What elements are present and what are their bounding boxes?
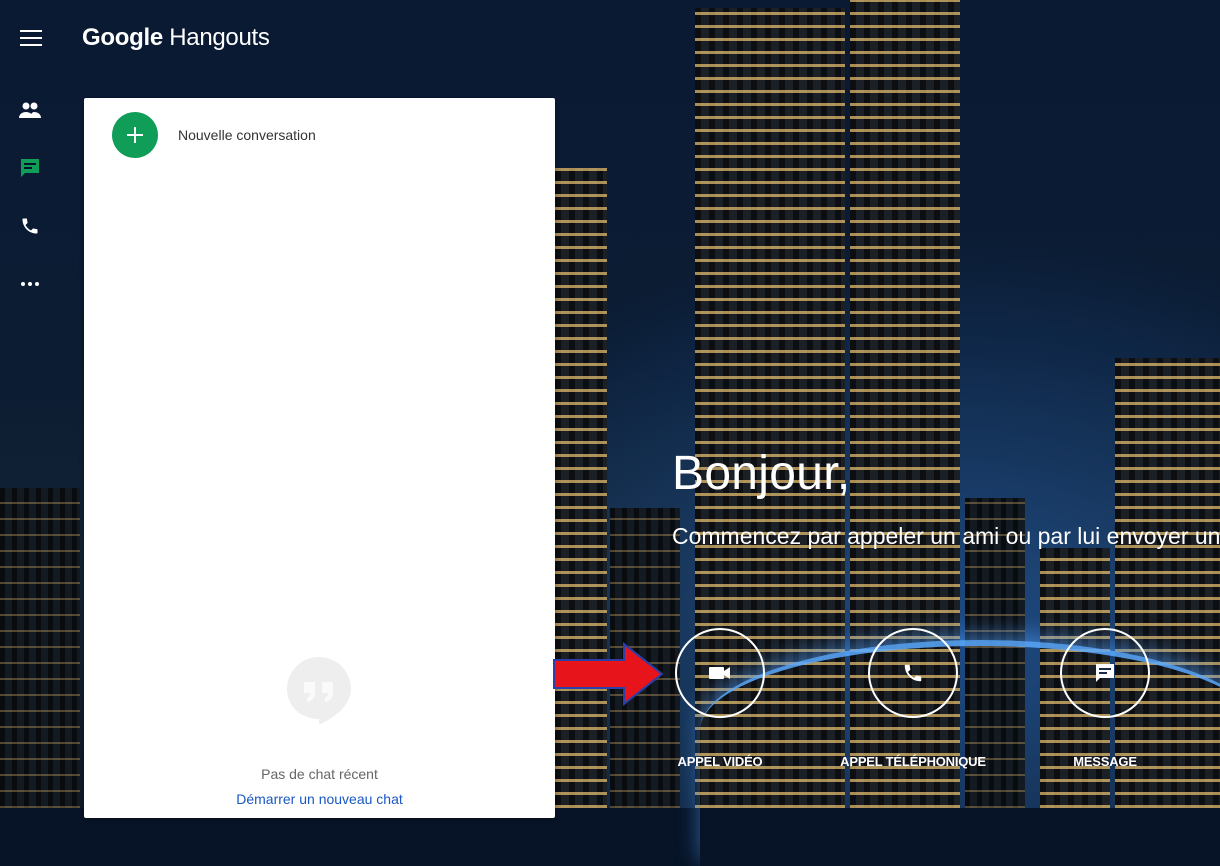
building — [555, 168, 607, 808]
message-icon — [1096, 664, 1114, 682]
message-button[interactable] — [1060, 628, 1150, 718]
nav-more-button[interactable] — [14, 268, 46, 300]
no-recent-chat-text: Pas de chat récent — [261, 766, 378, 782]
left-nav-rail — [14, 94, 50, 326]
new-conversation-button[interactable]: Nouvelle conversation — [112, 112, 316, 158]
phone-call-action: APPEL TÉLÉPHONIQUE — [833, 628, 993, 769]
message-action: MESSAGE — [1025, 628, 1185, 769]
nav-contacts-button[interactable] — [14, 94, 46, 126]
videocam-icon — [709, 667, 730, 679]
new-conversation-label: Nouvelle conversation — [178, 127, 316, 143]
nav-calls-button[interactable] — [14, 210, 46, 242]
top-bar: Google Hangouts — [0, 0, 1220, 80]
conversations-panel: Nouvelle conversation Pas de chat récent… — [84, 98, 555, 818]
phone-icon — [22, 218, 38, 234]
app-logo: Google Hangouts — [82, 24, 270, 52]
people-icon — [19, 102, 41, 118]
greeting-subtitle: Commencez par appeler un ami ou par lui … — [672, 523, 1220, 549]
video-call-label: APPEL VIDÉO — [677, 754, 763, 769]
building — [0, 488, 80, 808]
brand-product: Hangouts — [169, 24, 270, 51]
more-icon — [21, 282, 39, 286]
nav-conversations-button[interactable] — [14, 152, 46, 184]
chat-icon — [21, 159, 39, 177]
message-label: MESSAGE — [1073, 754, 1137, 769]
greeting-heading: Bonjour, — [672, 447, 851, 500]
video-call-button[interactable] — [675, 628, 765, 718]
red-arrow-annotation — [553, 642, 664, 706]
start-new-chat-link[interactable]: Démarrer un nouveau chat — [84, 791, 555, 807]
phone-icon — [904, 664, 922, 682]
brand-google: Google — [82, 24, 163, 51]
quote-bubble-icon — [287, 657, 351, 724]
video-call-action: APPEL VIDÉO — [640, 628, 800, 769]
phone-call-button[interactable] — [868, 628, 958, 718]
menu-icon[interactable] — [20, 30, 42, 48]
phone-call-label: APPEL TÉLÉPHONIQUE — [840, 754, 986, 769]
plus-icon — [112, 112, 158, 158]
